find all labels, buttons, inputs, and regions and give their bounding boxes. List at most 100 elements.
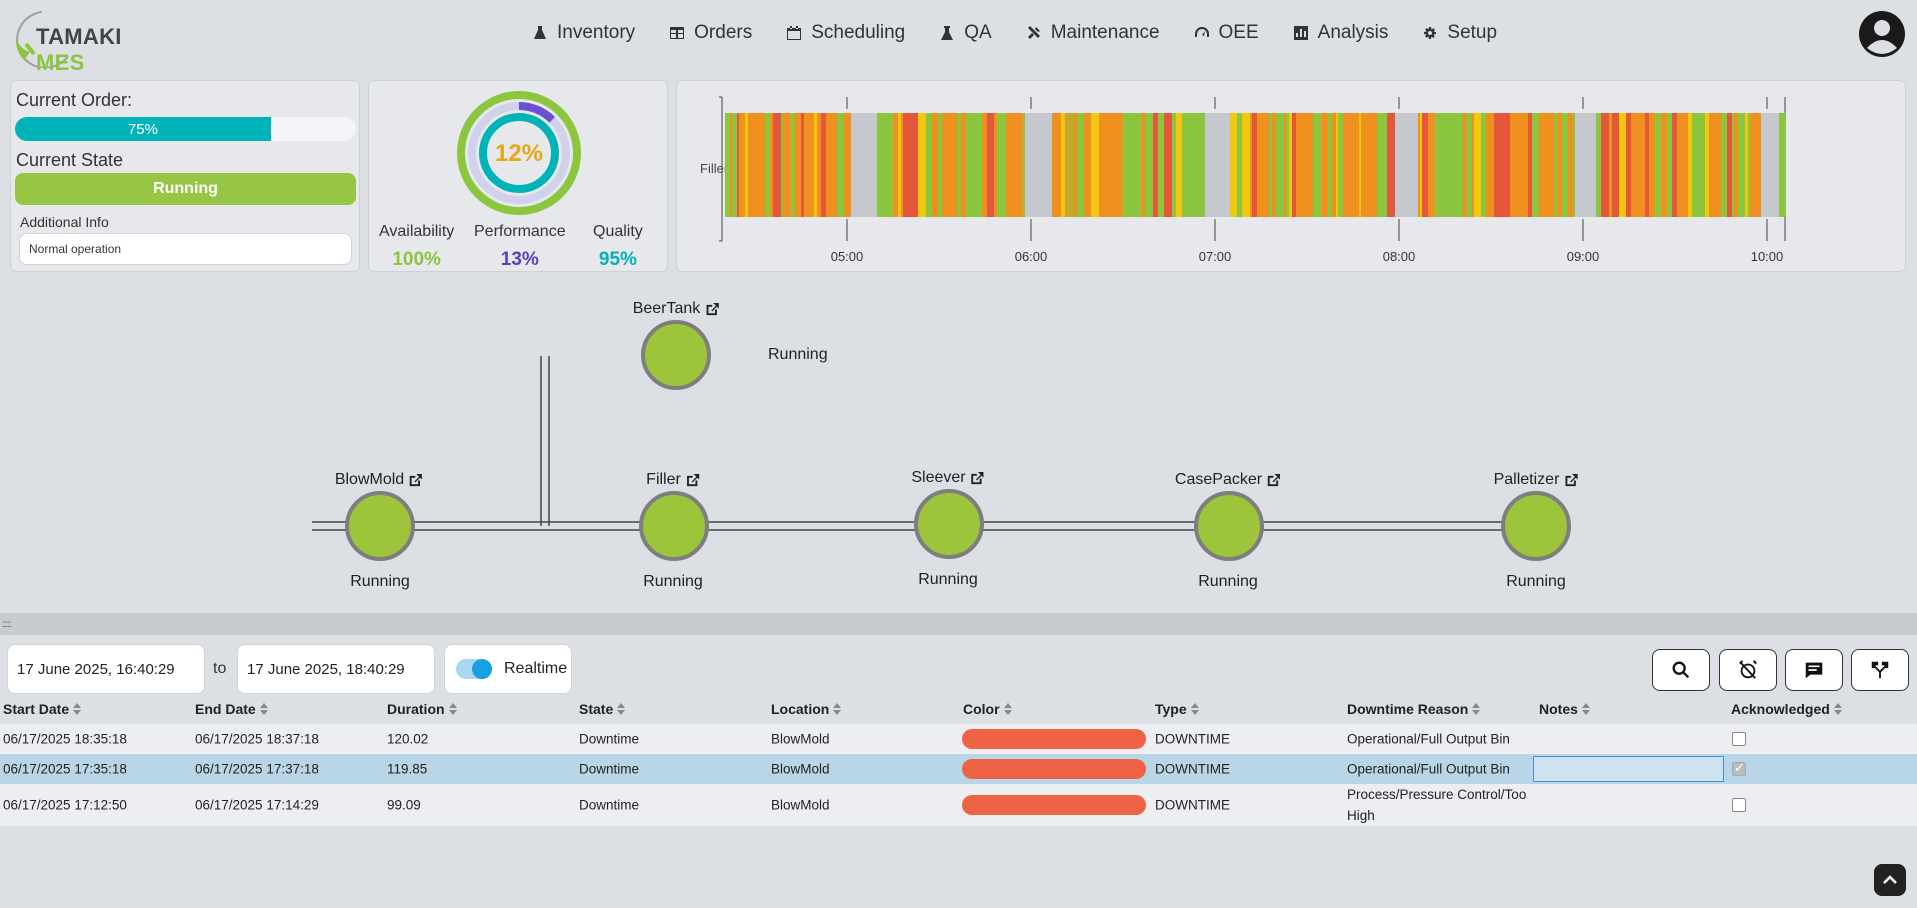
nav-analysis[interactable]: Analysis <box>1293 22 1388 44</box>
col-downtime-reason[interactable]: Downtime Reason <box>1347 701 1481 717</box>
nav-setup[interactable]: Setup <box>1422 22 1497 44</box>
nav-qa[interactable]: QA <box>939 22 992 44</box>
timeline-state-segment <box>1061 113 1065 217</box>
timeline-state-segment <box>1492 113 1494 217</box>
state-timeline-card: Filler 05:00 06:00 07:00 08:00 09:00 10:… <box>676 80 1906 272</box>
nav-scheduling[interactable]: Scheduling <box>786 22 905 44</box>
nav-orders[interactable]: Orders <box>669 22 752 44</box>
external-link-icon[interactable] <box>408 473 423 488</box>
start-date-input[interactable]: 17 June 2025, 16:40:29 <box>7 644 205 694</box>
cell-location: BlowMold <box>771 761 830 777</box>
timeline-state-segment <box>1463 113 1467 217</box>
comment-button[interactable] <box>1785 649 1843 691</box>
col-location[interactable]: Location <box>771 701 842 717</box>
col-color[interactable]: Color <box>963 701 1012 717</box>
node-blowmold[interactable] <box>345 491 415 561</box>
node-sleever[interactable] <box>914 489 984 559</box>
nav-inventory[interactable]: Inventory <box>532 22 635 44</box>
timeline-state-segment <box>1467 113 1472 217</box>
scroll-to-top-button[interactable] <box>1874 864 1906 896</box>
timeline-state-segment <box>1077 113 1084 217</box>
timeline-state-segment <box>1269 113 1272 217</box>
timeline-state-segment <box>1250 113 1252 217</box>
quality-value: 95% <box>598 249 637 270</box>
search-icon <box>1672 661 1690 679</box>
external-link-icon[interactable] <box>685 473 700 488</box>
node-state-sleever: Running <box>918 571 978 588</box>
nav-maintenance[interactable]: Maintenance <box>1026 22 1160 44</box>
col-state[interactable]: State <box>579 701 626 717</box>
order-progress-bar: 75% <box>15 117 356 141</box>
realtime-toggle-box[interactable]: Realtime <box>444 644 572 694</box>
external-link-icon[interactable] <box>1266 473 1281 488</box>
timeline-state-segment <box>926 113 932 217</box>
table-row[interactable]: 06/17/2025 17:12:50 06/17/2025 17:14:29 … <box>0 784 1917 826</box>
additional-info-field[interactable]: Normal operation <box>19 233 352 265</box>
acknowledged-checkbox[interactable] <box>1732 760 1746 776</box>
search-button[interactable] <box>1652 649 1710 691</box>
sort-icon <box>1833 702 1842 716</box>
timeline-state-segment <box>831 113 837 217</box>
cell-downtime-reason: Operational/Full Output Bin <box>1347 761 1510 777</box>
external-link-icon[interactable] <box>704 302 719 317</box>
user-profile-button[interactable] <box>1858 10 1906 58</box>
calendar-icon <box>787 26 802 40</box>
nav-oee[interactable]: OEE <box>1194 22 1259 44</box>
timeline-state-segment <box>1697 113 1705 217</box>
timeline-state-segment <box>809 113 814 217</box>
col-duration[interactable]: Duration <box>387 701 457 717</box>
split-button[interactable] <box>1851 649 1909 691</box>
node-title-casepacker[interactable]: CasePacker <box>1175 471 1281 489</box>
col-end-date[interactable]: End Date <box>195 701 268 717</box>
timeline-state-segment <box>1052 113 1057 217</box>
alarm-off-button[interactable] <box>1719 649 1777 691</box>
timeline-state-segment <box>1601 113 1609 217</box>
timeline-state-segment <box>1296 113 1302 217</box>
table-row[interactable]: 06/17/2025 18:35:18 06/17/2025 18:37:18 … <box>0 724 1917 754</box>
panel-resize-handle[interactable]: ::::: <box>0 613 1917 635</box>
node-title-filler[interactable]: Filler <box>646 471 700 489</box>
node-title-beertank[interactable]: BeerTank <box>633 300 720 318</box>
node-palletizer[interactable] <box>1501 491 1571 561</box>
timeline-state-segment <box>1779 113 1781 217</box>
timeline-state-segment <box>1431 113 1435 217</box>
col-acknowledged[interactable]: Acknowledged <box>1731 701 1842 717</box>
timeline-state-segment <box>957 113 961 217</box>
end-date-input[interactable]: 17 June 2025, 18:40:29 <box>237 644 435 694</box>
node-casepacker[interactable] <box>1194 491 1264 561</box>
timeline-state-segment <box>1129 113 1133 217</box>
notes-edit-field[interactable] <box>1533 756 1724 782</box>
timeline-state-segment <box>1684 113 1686 217</box>
acknowledged-checkbox[interactable] <box>1732 732 1746 746</box>
state-timeline-chart[interactable] <box>677 81 1907 273</box>
node-title-blowmold[interactable]: BlowMold <box>335 471 423 489</box>
timeline-tick: 10:00 <box>1750 249 1784 264</box>
external-link-icon[interactable] <box>970 471 985 486</box>
timeline-state-segment <box>1679 113 1681 217</box>
timeline-state-segment <box>837 113 844 217</box>
node-filler[interactable] <box>639 491 709 561</box>
node-beertank[interactable] <box>641 320 711 390</box>
event-filter-bar: 17 June 2025, 16:40:29 to 17 June 2025, … <box>0 636 1917 696</box>
timeline-state-segment <box>994 113 997 217</box>
realtime-toggle[interactable] <box>456 659 492 679</box>
timeline-state-segment <box>1021 113 1023 217</box>
tamaki-logo[interactable]: TAMAKI MES <box>12 4 162 75</box>
comment-icon <box>1805 662 1823 679</box>
table-row-selected[interactable]: 06/17/2025 17:35:18 06/17/2025 17:37:18 … <box>0 754 1917 784</box>
timeline-state-segment <box>903 113 910 217</box>
acknowledged-checkbox[interactable] <box>1732 798 1746 812</box>
performance-metric: Performance 13% <box>474 223 566 271</box>
col-notes[interactable]: Notes <box>1539 701 1590 717</box>
timeline-state-segment <box>1172 113 1176 217</box>
timeline-state-segment <box>1677 113 1679 217</box>
timeline-state-segment <box>1428 113 1431 217</box>
external-link-icon[interactable] <box>1563 473 1578 488</box>
col-type[interactable]: Type <box>1155 701 1199 717</box>
node-state-palletizer: Running <box>1506 573 1566 590</box>
node-title-palletizer[interactable]: Palletizer <box>1494 471 1579 489</box>
col-start-date[interactable]: Start Date <box>3 701 82 717</box>
timeline-state-segment <box>1721 113 1727 217</box>
timeline-state-segment <box>1486 113 1492 217</box>
node-title-sleever[interactable]: Sleever <box>911 469 984 487</box>
